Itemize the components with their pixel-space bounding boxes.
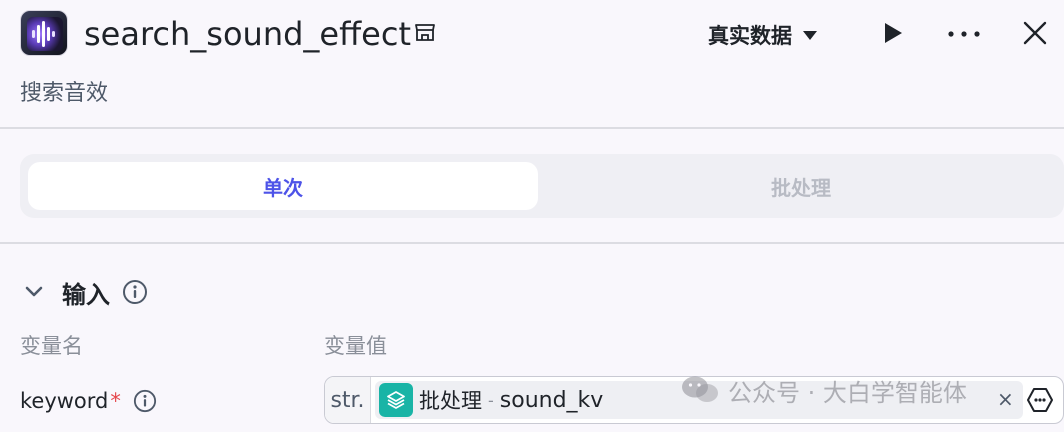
sound-wave-app-icon [20, 10, 68, 56]
type-tag: str. [325, 377, 371, 423]
clear-icon[interactable]: × [997, 387, 1014, 411]
header-divider [0, 127, 1064, 129]
layers-icon [379, 383, 413, 417]
play-icon[interactable] [880, 20, 906, 46]
run-mode-tabs: 单次 批处理 [20, 154, 1064, 218]
data-source-dropdown[interactable]: 真实数据 [708, 20, 818, 50]
variable-picker-icon[interactable] [1025, 385, 1055, 415]
input-section-header: 输入 [20, 274, 148, 310]
node-description: 搜索音效 [20, 81, 109, 106]
column-label-name: 变量名 [20, 334, 83, 358]
info-icon[interactable] [122, 279, 148, 305]
param-keyword-value-field[interactable]: str. 批处理 - sound_kv × [324, 376, 1064, 424]
reference-separator: - [488, 390, 494, 410]
store-icon[interactable] [414, 22, 436, 44]
node-header: search_sound_effect 搜索音效 真实数据 [0, 0, 1064, 128]
close-icon[interactable] [1022, 20, 1048, 46]
caret-down-icon [803, 31, 817, 40]
chevron-down-icon[interactable] [20, 278, 48, 306]
reference-node-name: 批处理 [419, 389, 482, 413]
variable-reference-chip[interactable]: 批处理 - sound_kv [375, 381, 1023, 419]
tab-single[interactable]: 单次 [28, 162, 538, 210]
param-name: keyword [20, 389, 109, 413]
tab-batch[interactable]: 批处理 [538, 162, 1064, 210]
input-section-title: 输入 [62, 280, 110, 309]
column-label-value: 变量值 [324, 334, 387, 358]
node-title: search_sound_effect [84, 15, 411, 53]
param-keyword-label: keyword * [20, 386, 157, 416]
reference-variable-name: sound_kv [499, 387, 604, 413]
data-source-label: 真实数据 [708, 24, 792, 48]
info-icon[interactable] [133, 389, 157, 413]
tabs-divider [0, 242, 1064, 244]
required-mark: * [110, 389, 121, 413]
more-horizontal-icon[interactable] [946, 22, 982, 46]
